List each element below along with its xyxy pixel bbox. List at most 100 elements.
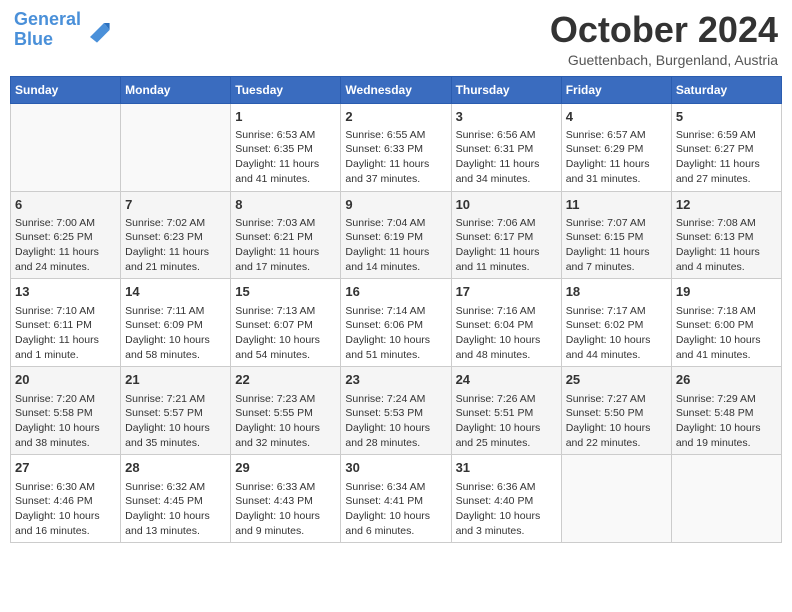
day-number: 7 [125,196,226,214]
cell-detail: Sunset: 5:58 PM [15,406,116,421]
day-number: 19 [676,283,777,301]
day-number: 5 [676,108,777,126]
cell-detail: Sunset: 4:45 PM [125,494,226,509]
cell-detail: Sunrise: 6:57 AM [566,128,667,143]
cell-detail: Sunrise: 6:32 AM [125,480,226,495]
cell-detail: Sunrise: 7:23 AM [235,392,336,407]
day-number: 2 [345,108,446,126]
cell-detail: Daylight: 10 hours and 38 minutes. [15,421,116,450]
calendar-cell: 9Sunrise: 7:04 AMSunset: 6:19 PMDaylight… [341,191,451,279]
calendar-cell: 22 Sunrise: 7:23 AMSunset: 5:55 PMDayligh… [231,367,341,455]
cell-detail: Sunset: 5:50 PM [566,406,667,421]
calendar-cell: 26 Sunrise: 7:29 AMSunset: 5:48 PMDayligh… [671,367,781,455]
logo-text: General Blue [14,10,81,50]
logo: General Blue [14,10,111,50]
calendar-table: SundayMondayTuesdayWednesdayThursdayFrid… [10,76,782,544]
cell-detail: Daylight: 11 hours and 11 minutes. [456,245,557,274]
cell-detail: Daylight: 10 hours and 19 minutes. [676,421,777,450]
day-number: 21 [125,371,226,389]
page-header: General Blue October 2024 Guettenbach, B… [10,10,782,68]
cell-detail: Sunrise: 7:29 AM [676,392,777,407]
cell-detail: Daylight: 10 hours and 44 minutes. [566,333,667,362]
calendar-week-row: 1Sunrise: 6:53 AMSunset: 6:35 PMDaylight… [11,103,782,191]
calendar-cell: 24Sunrise: 7:26 AMSunset: 5:51 PMDayligh… [451,367,561,455]
cell-detail: Daylight: 10 hours and 9 minutes. [235,509,336,538]
cell-detail: Sunset: 6:35 PM [235,142,336,157]
calendar-cell: 28Sunrise: 6:32 AMSunset: 4:45 PMDayligh… [121,455,231,543]
cell-detail: Daylight: 10 hours and 51 minutes. [345,333,446,362]
cell-detail: Sunset: 6:23 PM [125,230,226,245]
cell-detail: Sunset: 6:33 PM [345,142,446,157]
cell-detail: Daylight: 10 hours and 48 minutes. [456,333,557,362]
cell-detail: Sunrise: 7:13 AM [235,304,336,319]
calendar-week-row: 20Sunrise: 7:20 AMSunset: 5:58 PMDayligh… [11,367,782,455]
cell-detail: Sunrise: 6:53 AM [235,128,336,143]
cell-detail: Daylight: 11 hours and 7 minutes. [566,245,667,274]
cell-detail: Daylight: 10 hours and 25 minutes. [456,421,557,450]
day-of-week-header: Friday [561,76,671,103]
day-number: 13 [15,283,116,301]
cell-detail: Sunrise: 7:20 AM [15,392,116,407]
day-number: 9 [345,196,446,214]
cell-detail: Sunset: 6:04 PM [456,318,557,333]
cell-detail: Sunrise: 7:27 AM [566,392,667,407]
day-number: 16 [345,283,446,301]
cell-detail: Sunset: 4:40 PM [456,494,557,509]
cell-detail: Sunrise: 7:17 AM [566,304,667,319]
title-block: October 2024 Guettenbach, Burgenland, Au… [550,10,778,68]
cell-detail: Sunset: 4:41 PM [345,494,446,509]
cell-detail: Sunrise: 7:18 AM [676,304,777,319]
cell-detail: Sunrise: 7:16 AM [456,304,557,319]
calendar-cell: 4 Sunrise: 6:57 AMSunset: 6:29 PMDaylight… [561,103,671,191]
cell-detail: Sunrise: 7:07 AM [566,216,667,231]
cell-detail: Daylight: 11 hours and 1 minute. [15,333,116,362]
day-number: 30 [345,459,446,477]
calendar-cell: 18Sunrise: 7:17 AMSunset: 6:02 PMDayligh… [561,279,671,367]
day-number: 22 [235,371,336,389]
cell-detail: Daylight: 10 hours and 16 minutes. [15,509,116,538]
calendar-week-row: 6Sunrise: 7:00 AMSunset: 6:25 PMDaylight… [11,191,782,279]
cell-detail: Sunset: 5:55 PM [235,406,336,421]
calendar-cell: 3Sunrise: 6:56 AMSunset: 6:31 PMDaylight… [451,103,561,191]
cell-detail: Daylight: 10 hours and 6 minutes. [345,509,446,538]
calendar-cell: 12Sunrise: 7:08 AMSunset: 6:13 PMDayligh… [671,191,781,279]
day-number: 24 [456,371,557,389]
cell-detail: Daylight: 10 hours and 58 minutes. [125,333,226,362]
cell-detail: Sunset: 6:27 PM [676,142,777,157]
day-number: 26 [676,371,777,389]
cell-detail: Sunset: 6:25 PM [15,230,116,245]
day-number: 3 [456,108,557,126]
cell-detail: Sunrise: 7:08 AM [676,216,777,231]
cell-detail: Sunset: 6:06 PM [345,318,446,333]
calendar-cell: 10Sunrise: 7:06 AMSunset: 6:17 PMDayligh… [451,191,561,279]
calendar-cell: 30 Sunrise: 6:34 AMSunset: 4:41 PMDayligh… [341,455,451,543]
day-of-week-header: Wednesday [341,76,451,103]
calendar-cell: 17Sunrise: 7:16 AMSunset: 6:04 PMDayligh… [451,279,561,367]
calendar-cell: 6Sunrise: 7:00 AMSunset: 6:25 PMDaylight… [11,191,121,279]
cell-detail: Sunset: 6:31 PM [456,142,557,157]
cell-detail: Sunrise: 6:34 AM [345,480,446,495]
day-number: 31 [456,459,557,477]
cell-detail: Daylight: 10 hours and 41 minutes. [676,333,777,362]
cell-detail: Daylight: 11 hours and 21 minutes. [125,245,226,274]
calendar-cell: 13Sunrise: 7:10 AMSunset: 6:11 PMDayligh… [11,279,121,367]
day-of-week-header: Tuesday [231,76,341,103]
day-number: 4 [566,108,667,126]
cell-detail: Sunset: 5:48 PM [676,406,777,421]
cell-detail: Daylight: 11 hours and 31 minutes. [566,157,667,186]
calendar-cell: 14Sunrise: 7:11 AMSunset: 6:09 PMDayligh… [121,279,231,367]
cell-detail: Sunset: 6:29 PM [566,142,667,157]
cell-detail: Sunset: 5:53 PM [345,406,446,421]
calendar-cell: 27Sunrise: 6:30 AMSunset: 4:46 PMDayligh… [11,455,121,543]
cell-detail: Sunset: 6:17 PM [456,230,557,245]
calendar-cell: 25Sunrise: 7:27 AMSunset: 5:50 PMDayligh… [561,367,671,455]
cell-detail: Daylight: 10 hours and 3 minutes. [456,509,557,538]
cell-detail: Sunset: 6:11 PM [15,318,116,333]
cell-detail: Daylight: 10 hours and 54 minutes. [235,333,336,362]
day-of-week-header: Sunday [11,76,121,103]
day-number: 20 [15,371,116,389]
day-of-week-header: Saturday [671,76,781,103]
day-number: 23 [345,371,446,389]
cell-detail: Daylight: 10 hours and 32 minutes. [235,421,336,450]
logo-icon [83,16,111,44]
